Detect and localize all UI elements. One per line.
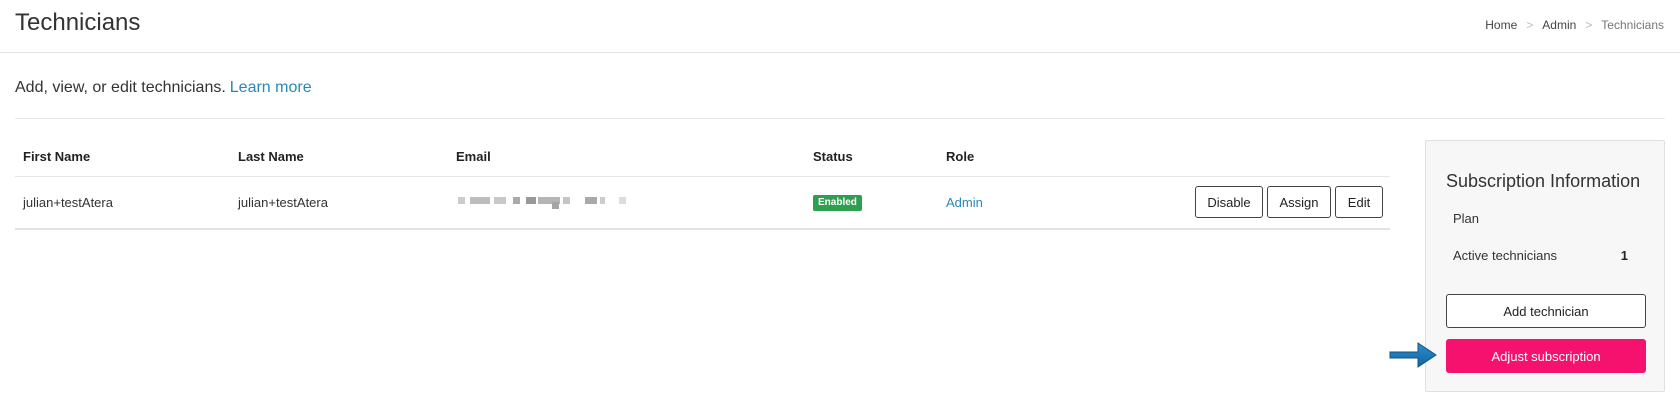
intro-text: Add, view, or edit technicians. — [15, 79, 226, 96]
column-header-role: Role — [946, 149, 975, 164]
status-badge: Enabled — [813, 195, 862, 211]
page-title: Technicians — [15, 9, 141, 36]
technicians-table: First Name Last Name Email Status Role j… — [15, 144, 1390, 230]
add-technician-button[interactable]: Add technician — [1446, 294, 1646, 328]
breadcrumb: Home > Admin > Technicians — [1485, 18, 1664, 32]
table-header: First Name Last Name Email Status Role — [15, 144, 1390, 177]
page-header: Technicians Home > Admin > Technicians — [0, 0, 1680, 53]
cell-last-name: julian+testAtera — [238, 195, 328, 210]
cell-first-name: julian+testAtera — [23, 195, 113, 210]
breadcrumb-current: Technicians — [1601, 18, 1664, 32]
breadcrumb-separator: > — [1585, 18, 1593, 32]
role-link[interactable]: Admin — [946, 195, 983, 210]
subscription-panel: Subscription Information Plan Active tec… — [1425, 140, 1665, 392]
intro-text-block: Add, view, or edit technicians. Learn mor… — [15, 79, 312, 97]
breadcrumb-separator: > — [1526, 18, 1534, 32]
column-header-status: Status — [813, 149, 853, 164]
breadcrumb-home[interactable]: Home — [1485, 18, 1517, 32]
assign-button[interactable]: Assign — [1267, 186, 1331, 218]
learn-more-link[interactable]: Learn more — [230, 79, 312, 96]
subscription-title: Subscription Information — [1446, 171, 1641, 191]
divider — [15, 118, 1665, 119]
active-technicians-label: Active technicians — [1453, 248, 1558, 263]
adjust-subscription-button[interactable]: Adjust subscription — [1446, 339, 1646, 373]
email-redacted — [458, 197, 628, 209]
disable-button[interactable]: Disable — [1195, 186, 1263, 218]
arrow-right-icon — [1389, 342, 1437, 368]
table-row: julian+testAtera julian+testAtera Enable… — [15, 177, 1390, 230]
active-technicians-value: 1 — [1620, 248, 1628, 263]
edit-button[interactable]: Edit — [1335, 186, 1383, 218]
column-header-email: Email — [456, 149, 491, 164]
column-header-first-name: First Name — [23, 149, 91, 164]
column-header-last-name: Last Name — [238, 149, 304, 164]
plan-label: Plan — [1453, 211, 1480, 226]
breadcrumb-admin[interactable]: Admin — [1542, 18, 1576, 32]
